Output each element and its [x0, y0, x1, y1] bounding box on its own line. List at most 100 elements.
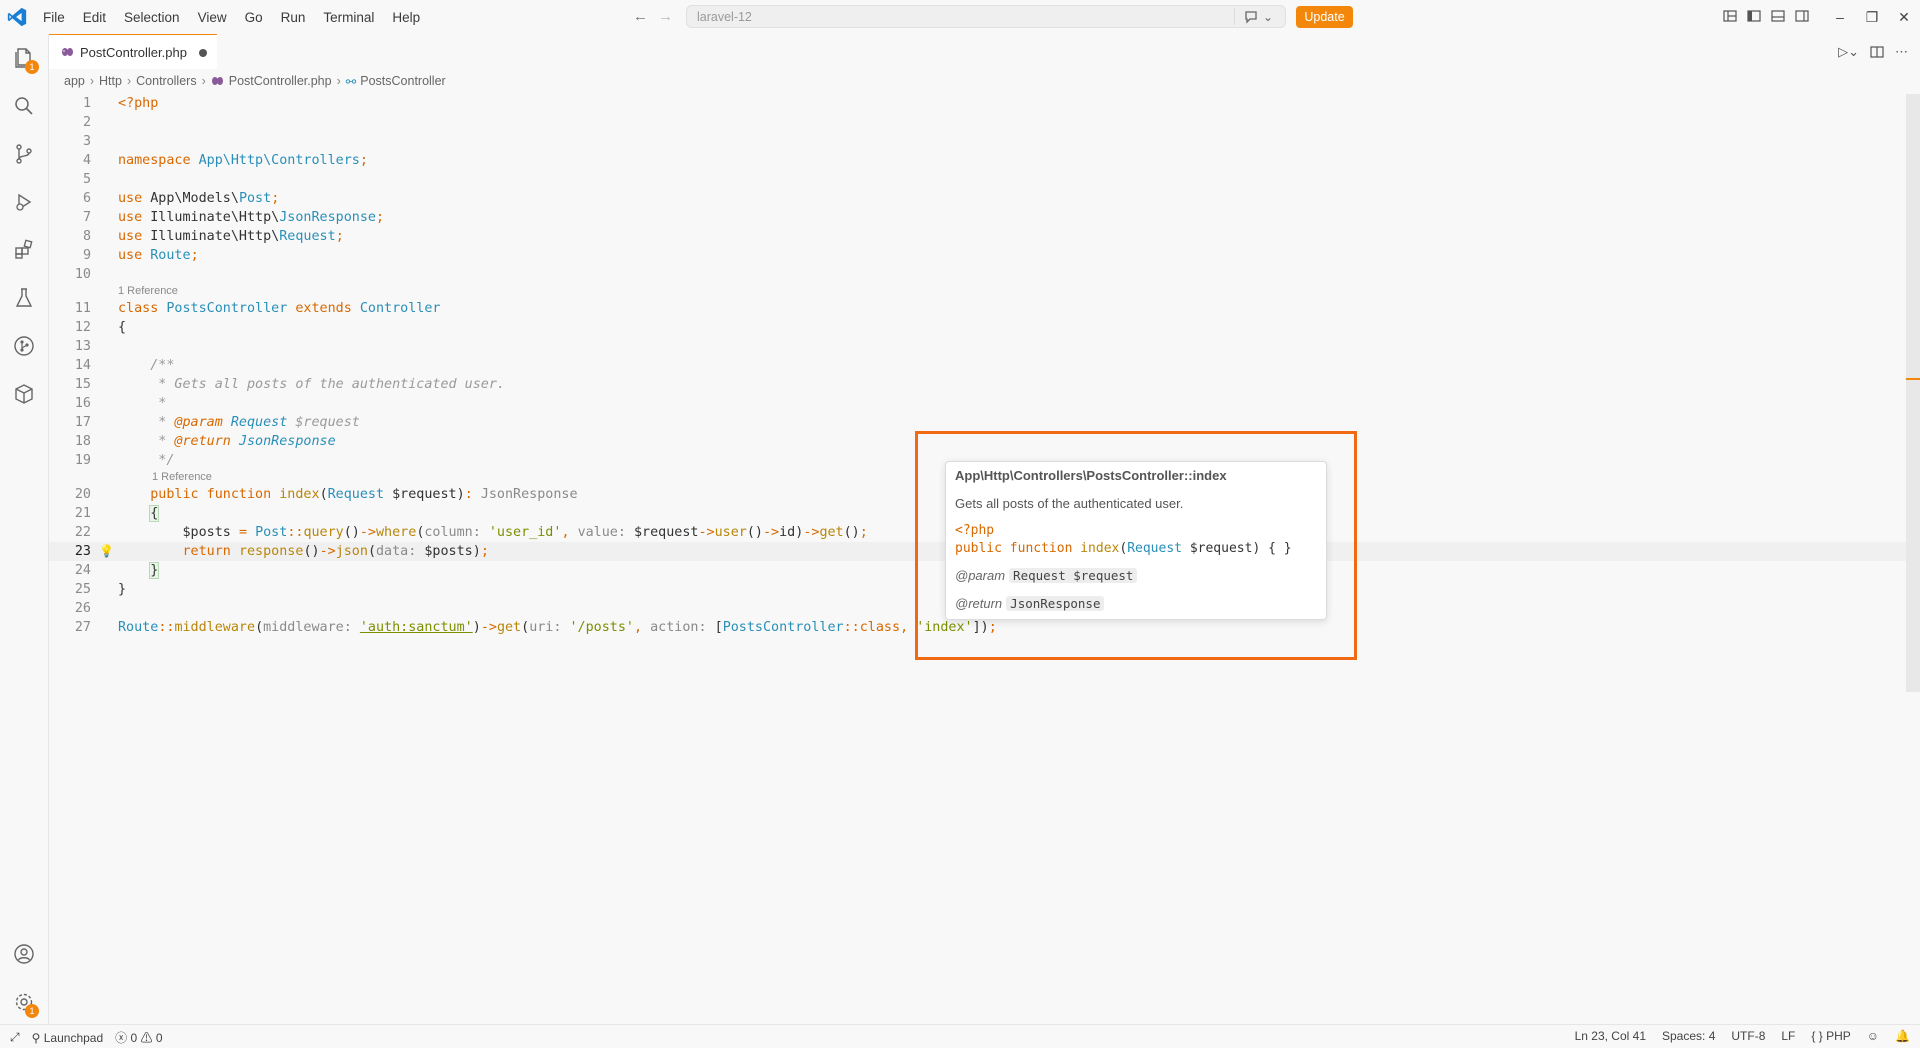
- encoding[interactable]: UTF-8: [1731, 1029, 1765, 1043]
- line-number: 20: [74, 487, 91, 502]
- command-center[interactable]: laravel-12 ⌄: [686, 5, 1286, 28]
- lightbulb-icon[interactable]: 💡: [99, 542, 114, 561]
- settings-badge: 1: [25, 1004, 39, 1018]
- customize-layout-icon[interactable]: [1722, 8, 1738, 24]
- line-number: 17: [74, 415, 91, 430]
- run-debug-icon[interactable]: [12, 190, 36, 214]
- menu-go[interactable]: Go: [236, 10, 272, 25]
- line-number: 25: [74, 582, 91, 597]
- code-line: 11 class PostsController extends Controll…: [49, 299, 1907, 318]
- menu-edit[interactable]: Edit: [74, 10, 115, 25]
- line-number: 2: [82, 115, 91, 130]
- breadcrumb: app › Http › Controllers › PostControlle…: [64, 71, 446, 91]
- close-icon[interactable]: ✕: [1888, 9, 1920, 26]
- line-number: 5: [82, 172, 91, 187]
- hover-code-signature: public function index(Request $request) …: [955, 541, 1292, 556]
- hover-param-tag: @param: [955, 568, 1006, 583]
- menu-file[interactable]: File: [34, 10, 74, 25]
- chat-icon: [1245, 10, 1257, 24]
- chevron-right-icon: ›: [89, 74, 95, 88]
- line-number: 3: [82, 134, 91, 149]
- warning-count: 0: [155, 1031, 163, 1045]
- tab-postcontroller[interactable]: PostController.php: [49, 34, 217, 69]
- vscode-logo-icon: [7, 7, 27, 27]
- code-line: 16 *: [49, 394, 1907, 413]
- breadcrumb-file[interactable]: PostController.php: [229, 74, 332, 88]
- remote-explorer-icon[interactable]: [12, 382, 36, 406]
- split-editor-icon[interactable]: [1869, 44, 1885, 60]
- tab-label: PostController.php: [80, 45, 187, 60]
- menu-help[interactable]: Help: [383, 10, 429, 25]
- breadcrumb-http[interactable]: Http: [99, 74, 122, 88]
- code-lens-reference[interactable]: 1 Reference: [152, 471, 212, 483]
- launchpad-item[interactable]: ⚲ Launchpad: [32, 1031, 104, 1045]
- cursor-position[interactable]: Ln 23, Col 41: [1575, 1029, 1646, 1043]
- source-control-icon[interactable]: [12, 142, 36, 166]
- problems-item[interactable]: ⓧ 0 ⚠ 0: [115, 1029, 162, 1046]
- code-line: 13: [49, 337, 1907, 356]
- navigation-arrows: ← →: [633, 8, 673, 25]
- line-number: 9: [82, 248, 91, 263]
- forward-arrow-icon[interactable]: →: [658, 8, 673, 25]
- breadcrumb-controllers[interactable]: Controllers: [136, 74, 196, 88]
- language-mode[interactable]: { } PHP: [1811, 1029, 1850, 1043]
- menu-run[interactable]: Run: [272, 10, 315, 25]
- copilot-icon[interactable]: ☺: [1867, 1029, 1879, 1043]
- line-number: 4: [82, 153, 91, 168]
- unsaved-dot-icon[interactable]: [199, 49, 207, 57]
- code-lens-reference[interactable]: 1 Reference: [118, 285, 178, 297]
- toggle-secondary-sidebar-icon[interactable]: [1794, 8, 1810, 24]
- search-icon[interactable]: [12, 94, 36, 118]
- end-of-line[interactable]: LF: [1781, 1029, 1795, 1043]
- chevron-right-icon: ›: [336, 74, 341, 88]
- toggle-primary-sidebar-icon[interactable]: [1746, 8, 1762, 24]
- remote-indicator-icon[interactable]: ⤢: [10, 1030, 20, 1045]
- code-line: 5: [49, 170, 1907, 189]
- line-number: 21: [74, 506, 91, 521]
- code-line: 9 use Route;: [49, 246, 1907, 265]
- hover-param: @param Request $request: [955, 568, 1138, 583]
- hover-description: Gets all posts of the authenticated user…: [955, 496, 1184, 511]
- toggle-panel-icon[interactable]: [1770, 8, 1786, 24]
- testing-icon[interactable]: [12, 286, 36, 310]
- minimize-icon[interactable]: –: [1824, 9, 1856, 25]
- line-number: 22: [74, 525, 91, 540]
- explorer-badge: 1: [25, 60, 39, 74]
- error-icon: ⓧ: [115, 1031, 128, 1045]
- bell-icon[interactable]: 🔔: [1895, 1029, 1910, 1043]
- restore-icon[interactable]: ❐: [1856, 9, 1888, 26]
- more-actions-icon[interactable]: ⋯: [1895, 44, 1908, 60]
- code-line: 17 * @param Request $request: [49, 413, 1907, 432]
- line-number: 8: [82, 229, 91, 244]
- activity-bar: 1 1: [0, 34, 49, 1024]
- menu-view[interactable]: View: [189, 10, 236, 25]
- menu-terminal[interactable]: Terminal: [314, 10, 383, 25]
- line-number: 24: [74, 563, 91, 578]
- menu-selection[interactable]: Selection: [115, 10, 189, 25]
- vertical-scrollbar[interactable]: [1906, 94, 1920, 692]
- editor-tabs: PostController.php ▷⌄ ⋯: [49, 34, 1920, 69]
- code-line: 7 use Illuminate\Http\JsonResponse;: [49, 208, 1907, 227]
- breadcrumb-app[interactable]: app: [64, 74, 85, 88]
- line-number: 19: [74, 453, 91, 468]
- accounts-icon[interactable]: [12, 942, 36, 966]
- hover-return: @return JsonResponse: [955, 596, 1105, 611]
- back-arrow-icon[interactable]: ←: [633, 8, 648, 25]
- code-line: 12{: [49, 318, 1907, 337]
- php-file-icon: [62, 48, 73, 56]
- indentation[interactable]: Spaces: 4: [1662, 1029, 1715, 1043]
- run-file-icon[interactable]: ▷⌄: [1838, 44, 1859, 60]
- git-graph-icon[interactable]: [12, 334, 36, 358]
- line-number: 6: [82, 191, 91, 206]
- status-bar: ⤢ ⚲ Launchpad ⓧ 0 ⚠ 0 Ln 23, Col 41 Spac…: [0, 1024, 1920, 1048]
- editor-actions: ▷⌄ ⋯: [1838, 44, 1908, 60]
- update-button[interactable]: Update: [1296, 6, 1353, 28]
- line-number: 10: [74, 267, 91, 282]
- extensions-icon[interactable]: [12, 238, 36, 262]
- chat-toggle[interactable]: ⌄: [1233, 8, 1273, 25]
- line-number: 18: [74, 434, 91, 449]
- hover-code-open: <?php: [955, 523, 995, 538]
- hover-signature: App\Http\Controllers\PostsController::in…: [955, 468, 1227, 483]
- php-file-icon: [211, 77, 223, 85]
- breadcrumb-class[interactable]: PostsController: [360, 74, 445, 88]
